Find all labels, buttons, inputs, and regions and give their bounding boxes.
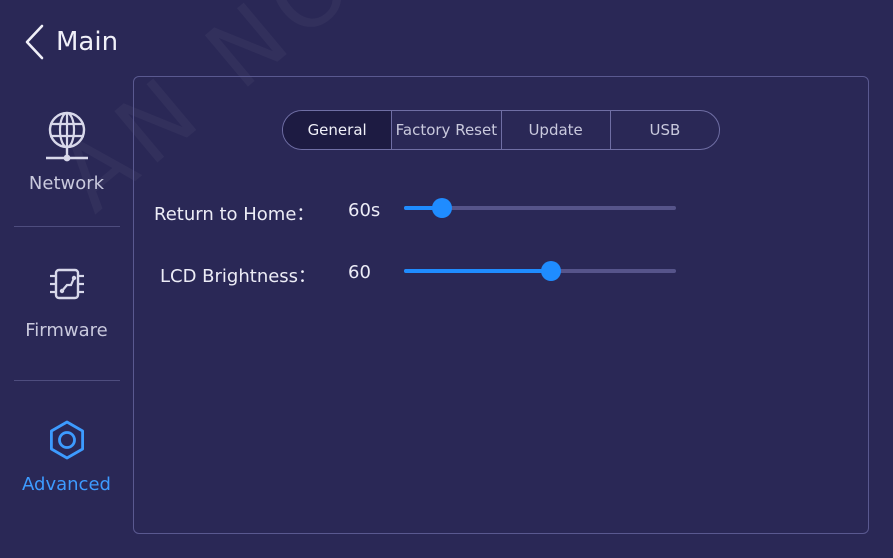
lcd-brightness-label: LCD Brightness： <box>160 266 317 287</box>
tab-factory-reset[interactable]: Factory Reset <box>391 111 500 149</box>
slider-thumb[interactable] <box>432 198 453 218</box>
sidebar: Network Firmware Advanced <box>0 86 133 546</box>
sidebar-item-firmware[interactable]: Firmware <box>0 264 133 374</box>
lcd-brightness-slider[interactable] <box>404 261 676 281</box>
sidebar-item-label: Advanced <box>22 474 111 495</box>
sidebar-item-label: Firmware <box>25 320 108 341</box>
sidebar-divider <box>14 226 120 227</box>
settings-panel: General Factory Reset Update USB Return … <box>133 76 869 534</box>
back-button[interactable]: Main <box>22 22 118 62</box>
tab-general[interactable]: General <box>283 111 392 149</box>
chip-icon <box>49 268 84 300</box>
back-label: Main <box>56 27 119 57</box>
tab-update[interactable]: Update <box>500 111 610 149</box>
header: Main <box>0 0 893 80</box>
lcd-brightness-value: 60 <box>348 262 371 283</box>
sidebar-item-network[interactable]: Network <box>0 106 133 226</box>
tab-usb[interactable]: USB <box>609 111 719 149</box>
chevron-left-icon <box>25 24 44 60</box>
return-home-value: 60s <box>348 200 381 221</box>
sidebar-item-advanced[interactable]: Advanced <box>0 418 133 528</box>
return-home-label: Return to Home： <box>154 204 315 225</box>
network-globe-icon <box>45 111 88 162</box>
return-home-slider[interactable] <box>404 198 676 218</box>
tab-bar: General Factory Reset Update USB <box>282 110 720 150</box>
slider-fill <box>404 269 551 273</box>
gear-icon <box>49 420 84 460</box>
sidebar-item-label: Network <box>28 173 105 194</box>
sidebar-divider <box>14 380 120 381</box>
slider-thumb[interactable] <box>540 261 561 281</box>
